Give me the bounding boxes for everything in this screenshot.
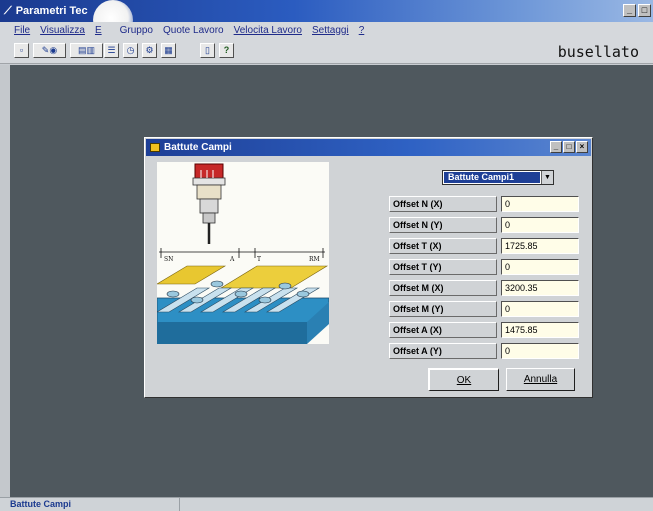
menu-visualizza[interactable]: Visualizza: [40, 25, 85, 36]
label-t: T: [257, 256, 261, 263]
offset-label: Offset N (Y): [389, 217, 497, 233]
help-icon[interactable]: ?: [219, 43, 234, 58]
offset-label: Offset M (X): [389, 280, 497, 296]
offset-label: Offset T (X): [389, 238, 497, 254]
dialog-titlebar: Battute Campi _ □ ×: [146, 139, 591, 156]
label-rm: RM: [309, 256, 320, 263]
window-controls: _ □: [623, 4, 651, 17]
offset-row: Offset T (X): [389, 238, 581, 254]
offset-n-x-input[interactable]: [501, 196, 579, 212]
menu-file[interactable]: File: [14, 25, 30, 36]
battute-campi-dialog: Battute Campi _ □ × SN A T RM Battute Ca…: [144, 137, 593, 398]
label-sn: SN: [164, 256, 173, 263]
toolbar: ▫ ✎◉ ▤▥ ☰ ◷ ⚙ ▦ ▯ ?: [0, 38, 653, 64]
chevron-down-icon[interactable]: ▼: [541, 171, 553, 184]
field-set-select[interactable]: Battute Campi1 ▼: [442, 170, 554, 185]
minimize-button[interactable]: _: [623, 4, 636, 17]
maximize-button[interactable]: □: [638, 4, 651, 17]
settings-icon[interactable]: ☰: [104, 43, 119, 58]
app-title: Parametri Tec: [15, 5, 88, 17]
menu-quote-lavoro[interactable]: Quote Lavoro: [163, 25, 224, 36]
offset-label: Offset T (Y): [389, 259, 497, 275]
offset-row: Offset A (X): [389, 322, 581, 338]
workspace-edge: [0, 65, 10, 497]
offset-m-x-input[interactable]: [501, 280, 579, 296]
offset-a-x-input[interactable]: [501, 322, 579, 338]
app-icon: ⟋: [4, 4, 12, 17]
timer-icon[interactable]: ◷: [123, 43, 138, 58]
dialog-close-button[interactable]: ×: [576, 141, 588, 153]
status-bar: Battute Campi: [0, 497, 653, 511]
menu-velocita-lavoro[interactable]: Velocita Lavoro: [234, 25, 302, 36]
offset-m-y-input[interactable]: [501, 301, 579, 317]
dialog-controls: _ □ ×: [550, 141, 588, 153]
offset-row: Offset T (Y): [389, 259, 581, 275]
cancel-button[interactable]: Annulla: [506, 368, 575, 391]
offset-label: Offset A (Y): [389, 343, 497, 359]
tool-icon[interactable]: ✎◉: [33, 43, 66, 58]
dialog-icon: [150, 143, 160, 152]
worktable-drawing: [157, 265, 329, 344]
field-set-selected: Battute Campi1: [444, 172, 540, 183]
document-icon[interactable]: ▯: [200, 43, 215, 58]
machine-illustration: SN A T RM: [157, 162, 329, 344]
new-icon[interactable]: ▫: [14, 43, 29, 58]
grid-icon[interactable]: ▦: [161, 43, 176, 58]
label-a: A: [229, 256, 235, 263]
menu-gruppo[interactable]: Gruppo: [120, 25, 153, 36]
offset-t-x-input[interactable]: [501, 238, 579, 254]
spindle-drawing: [192, 163, 226, 244]
menu-settaggi[interactable]: Settaggi: [312, 25, 349, 36]
offset-n-y-input[interactable]: [501, 217, 579, 233]
offset-row: Offset M (X): [389, 280, 581, 296]
gear-icon[interactable]: ⚙: [142, 43, 157, 58]
offset-row: Offset N (X): [389, 196, 581, 212]
menu-e[interactable]: E: [95, 25, 102, 36]
dialog-maximize-button[interactable]: □: [563, 141, 575, 153]
offset-row: Offset N (Y): [389, 217, 581, 233]
offset-t-y-input[interactable]: [501, 259, 579, 275]
dialog-minimize-button[interactable]: _: [550, 141, 562, 153]
menu-help[interactable]: ?: [359, 25, 365, 36]
offset-row: Offset A (Y): [389, 343, 581, 359]
offset-label: Offset M (Y): [389, 301, 497, 317]
menu-bar: File Visualizza E Gruppo Quote Lavoro Ve…: [0, 22, 653, 38]
offset-a-y-input[interactable]: [501, 343, 579, 359]
offset-label: Offset A (X): [389, 322, 497, 338]
status-text: Battute Campi: [10, 498, 180, 511]
dialog-title: Battute Campi: [164, 142, 232, 153]
brand-logo: busellato: [557, 43, 639, 61]
ok-button[interactable]: OK: [428, 368, 499, 391]
offset-row: Offset M (Y): [389, 301, 581, 317]
offset-label: Offset N (X): [389, 196, 497, 212]
machine-icon[interactable]: ▤▥: [70, 43, 103, 58]
